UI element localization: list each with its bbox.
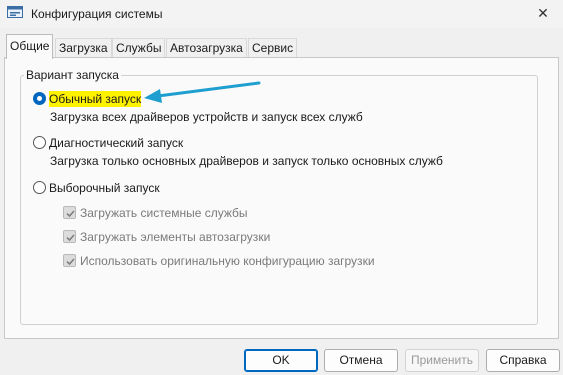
- checkbox-disabled-checked[interactable]: [63, 254, 76, 267]
- selective-startup-label: Выборочный запуск: [49, 181, 160, 195]
- title-bar: Конфигурация системы ✕: [0, 0, 563, 28]
- checkbox-load-startup-items[interactable]: Загружать элементы автозагрузки: [63, 229, 363, 245]
- radio-selective-startup[interactable]: Выборочный запуск: [33, 180, 233, 196]
- tab-boot[interactable]: Загрузка: [55, 38, 112, 58]
- msconfig-icon: [7, 6, 23, 20]
- radio-diagnostic-startup[interactable]: Диагностический запуск: [33, 135, 233, 151]
- normal-startup-description: Загрузка всех драйверов устройств и запу…: [50, 110, 363, 124]
- radio-button[interactable]: [33, 181, 46, 194]
- general-tab-panel: Вариант запуска Обычный запуск Загрузка …: [4, 57, 559, 339]
- startup-selection-group: Вариант запуска Обычный запуск Загрузка …: [20, 68, 538, 325]
- checkbox-load-system-services[interactable]: Загружать системные службы: [63, 205, 363, 221]
- checkbox-disabled-checked[interactable]: [63, 230, 76, 243]
- window-title: Конфигурация системы: [31, 7, 163, 21]
- tab-tools[interactable]: Сервис: [248, 38, 298, 58]
- group-label: Вариант запуска: [24, 68, 121, 82]
- close-button[interactable]: ✕: [523, 0, 563, 28]
- radio-normal-startup[interactable]: Обычный запуск: [33, 91, 233, 107]
- load-system-services-label: Загружать системные службы: [80, 206, 248, 220]
- checkmark-icon: [66, 258, 75, 266]
- checkbox-use-original-boot-config[interactable]: Использовать оригинальную конфигурацию з…: [63, 253, 383, 269]
- apply-button[interactable]: Применить: [405, 349, 479, 372]
- diagnostic-startup-label: Диагностический запуск: [49, 136, 184, 150]
- ok-button[interactable]: OK: [244, 349, 318, 372]
- tab-strip: Общие Загрузка Службы Автозагрузка Серви…: [4, 34, 404, 59]
- normal-startup-label: Обычный запуск: [49, 91, 142, 107]
- tab-startup[interactable]: Автозагрузка: [166, 38, 247, 58]
- tab-services[interactable]: Службы: [112, 38, 166, 58]
- help-button[interactable]: Справка: [486, 349, 560, 372]
- checkmark-icon: [66, 234, 75, 242]
- tab-general[interactable]: Общие: [6, 34, 54, 59]
- radio-button[interactable]: [33, 136, 46, 149]
- diagnostic-startup-description: Загрузка только основных драйверов и зап…: [50, 154, 443, 168]
- use-original-boot-config-label: Использовать оригинальную конфигурацию з…: [80, 254, 375, 268]
- checkbox-disabled-checked[interactable]: [63, 206, 76, 219]
- load-startup-items-label: Загружать элементы автозагрузки: [80, 230, 271, 244]
- close-icon: ✕: [537, 5, 549, 21]
- radio-button-checked[interactable]: [33, 92, 46, 105]
- checkmark-icon: [66, 210, 75, 218]
- cancel-button[interactable]: Отмена: [324, 349, 398, 372]
